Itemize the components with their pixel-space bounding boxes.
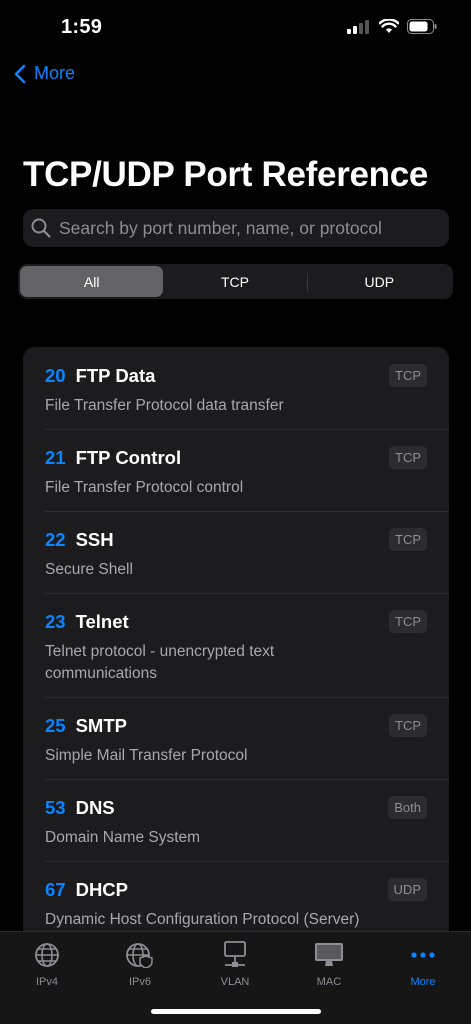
port-number: 25	[45, 715, 66, 736]
protocol-badge: TCP	[389, 446, 427, 469]
protocol-filter: All TCP UDP	[18, 264, 453, 299]
globe-icon	[35, 943, 59, 967]
tab-label: IPv4	[35, 976, 58, 988]
protocol-badge: UDP	[387, 878, 427, 901]
segment-udp[interactable]: UDP	[308, 266, 451, 297]
list-item[interactable]: 23 Telnet Telnet protocol - unencrypted t…	[23, 593, 449, 697]
status-bar: 1:59	[0, 0, 471, 54]
status-time: 1:59	[61, 16, 103, 38]
page-title: TCP/UDP Port Reference	[23, 155, 429, 194]
port-name: Telnet	[75, 611, 129, 632]
port-number: 23	[45, 611, 66, 632]
desktop-icon	[315, 943, 343, 966]
port-number: 21	[45, 447, 66, 468]
segment-tcp[interactable]: TCP	[163, 266, 306, 297]
port-name: DHCP	[75, 879, 128, 900]
port-description: File Transfer Protocol data transfer	[45, 397, 284, 414]
cellular-signal-icon	[347, 19, 369, 34]
port-name: DNS	[75, 797, 115, 818]
tab-mac[interactable]: MAC	[289, 940, 369, 988]
tab-more[interactable]: More	[383, 940, 463, 988]
chevron-left-icon	[14, 64, 26, 83]
list-item[interactable]: 22 SSH Secure Shell TCP	[23, 511, 449, 593]
status-icons	[347, 19, 437, 34]
segment-all[interactable]: All	[20, 266, 164, 297]
port-name: SSH	[75, 529, 114, 550]
protocol-badge: TCP	[389, 714, 427, 737]
back-button[interactable]: More	[14, 63, 75, 84]
globe-shield-icon	[126, 943, 153, 968]
port-name: SMTP	[75, 715, 127, 736]
port-list: 20 FTP Data File Transfer Protocol data t…	[23, 347, 449, 947]
protocol-badge: TCP	[389, 364, 427, 387]
network-monitor-icon	[224, 941, 246, 967]
port-description: File Transfer Protocol control	[45, 479, 244, 496]
tab-label: MAC	[316, 976, 342, 988]
list-item[interactable]: 20 FTP Data File Transfer Protocol data t…	[23, 347, 449, 429]
list-item[interactable]: 21 FTP Control File Transfer Protocol con…	[23, 429, 449, 511]
battery-icon	[407, 19, 437, 34]
port-description: Dynamic Host Configuration Protocol (Ser…	[45, 911, 360, 928]
protocol-badge: TCP	[389, 610, 427, 633]
tab-ipv4[interactable]: IPv4	[7, 940, 87, 988]
wifi-icon	[379, 19, 399, 33]
search-icon	[31, 218, 51, 238]
port-name: FTP Data	[75, 365, 156, 386]
port-number: 22	[45, 529, 66, 550]
port-number: 67	[45, 879, 66, 900]
back-label: More	[34, 63, 76, 83]
protocol-badge: Both	[388, 796, 427, 819]
home-indicator[interactable]	[151, 1009, 321, 1014]
port-number: 53	[45, 797, 66, 818]
tab-ipv6[interactable]: IPv6	[100, 940, 180, 988]
tab-vlan[interactable]: VLAN	[195, 940, 275, 988]
port-description: Simple Mail Transfer Protocol	[45, 747, 248, 764]
protocol-badge: TCP	[389, 528, 427, 551]
list-item[interactable]: 25 SMTP Simple Mail Transfer Protocol TCP	[23, 697, 449, 779]
port-description: Secure Shell	[45, 561, 133, 578]
port-number: 20	[45, 365, 66, 386]
list-item[interactable]: 53 DNS Domain Name System Both	[23, 779, 449, 861]
tab-label: More	[410, 976, 436, 988]
search-input[interactable]	[59, 217, 439, 239]
port-name: FTP Control	[75, 447, 182, 468]
port-description: Telnet protocol - unencrypted text commu…	[45, 643, 275, 682]
tab-label: IPv6	[128, 976, 151, 988]
tab-label: VLAN	[220, 976, 250, 988]
search-bar[interactable]	[23, 209, 449, 247]
more-dots-icon	[411, 952, 435, 958]
port-description: Domain Name System	[45, 829, 201, 846]
